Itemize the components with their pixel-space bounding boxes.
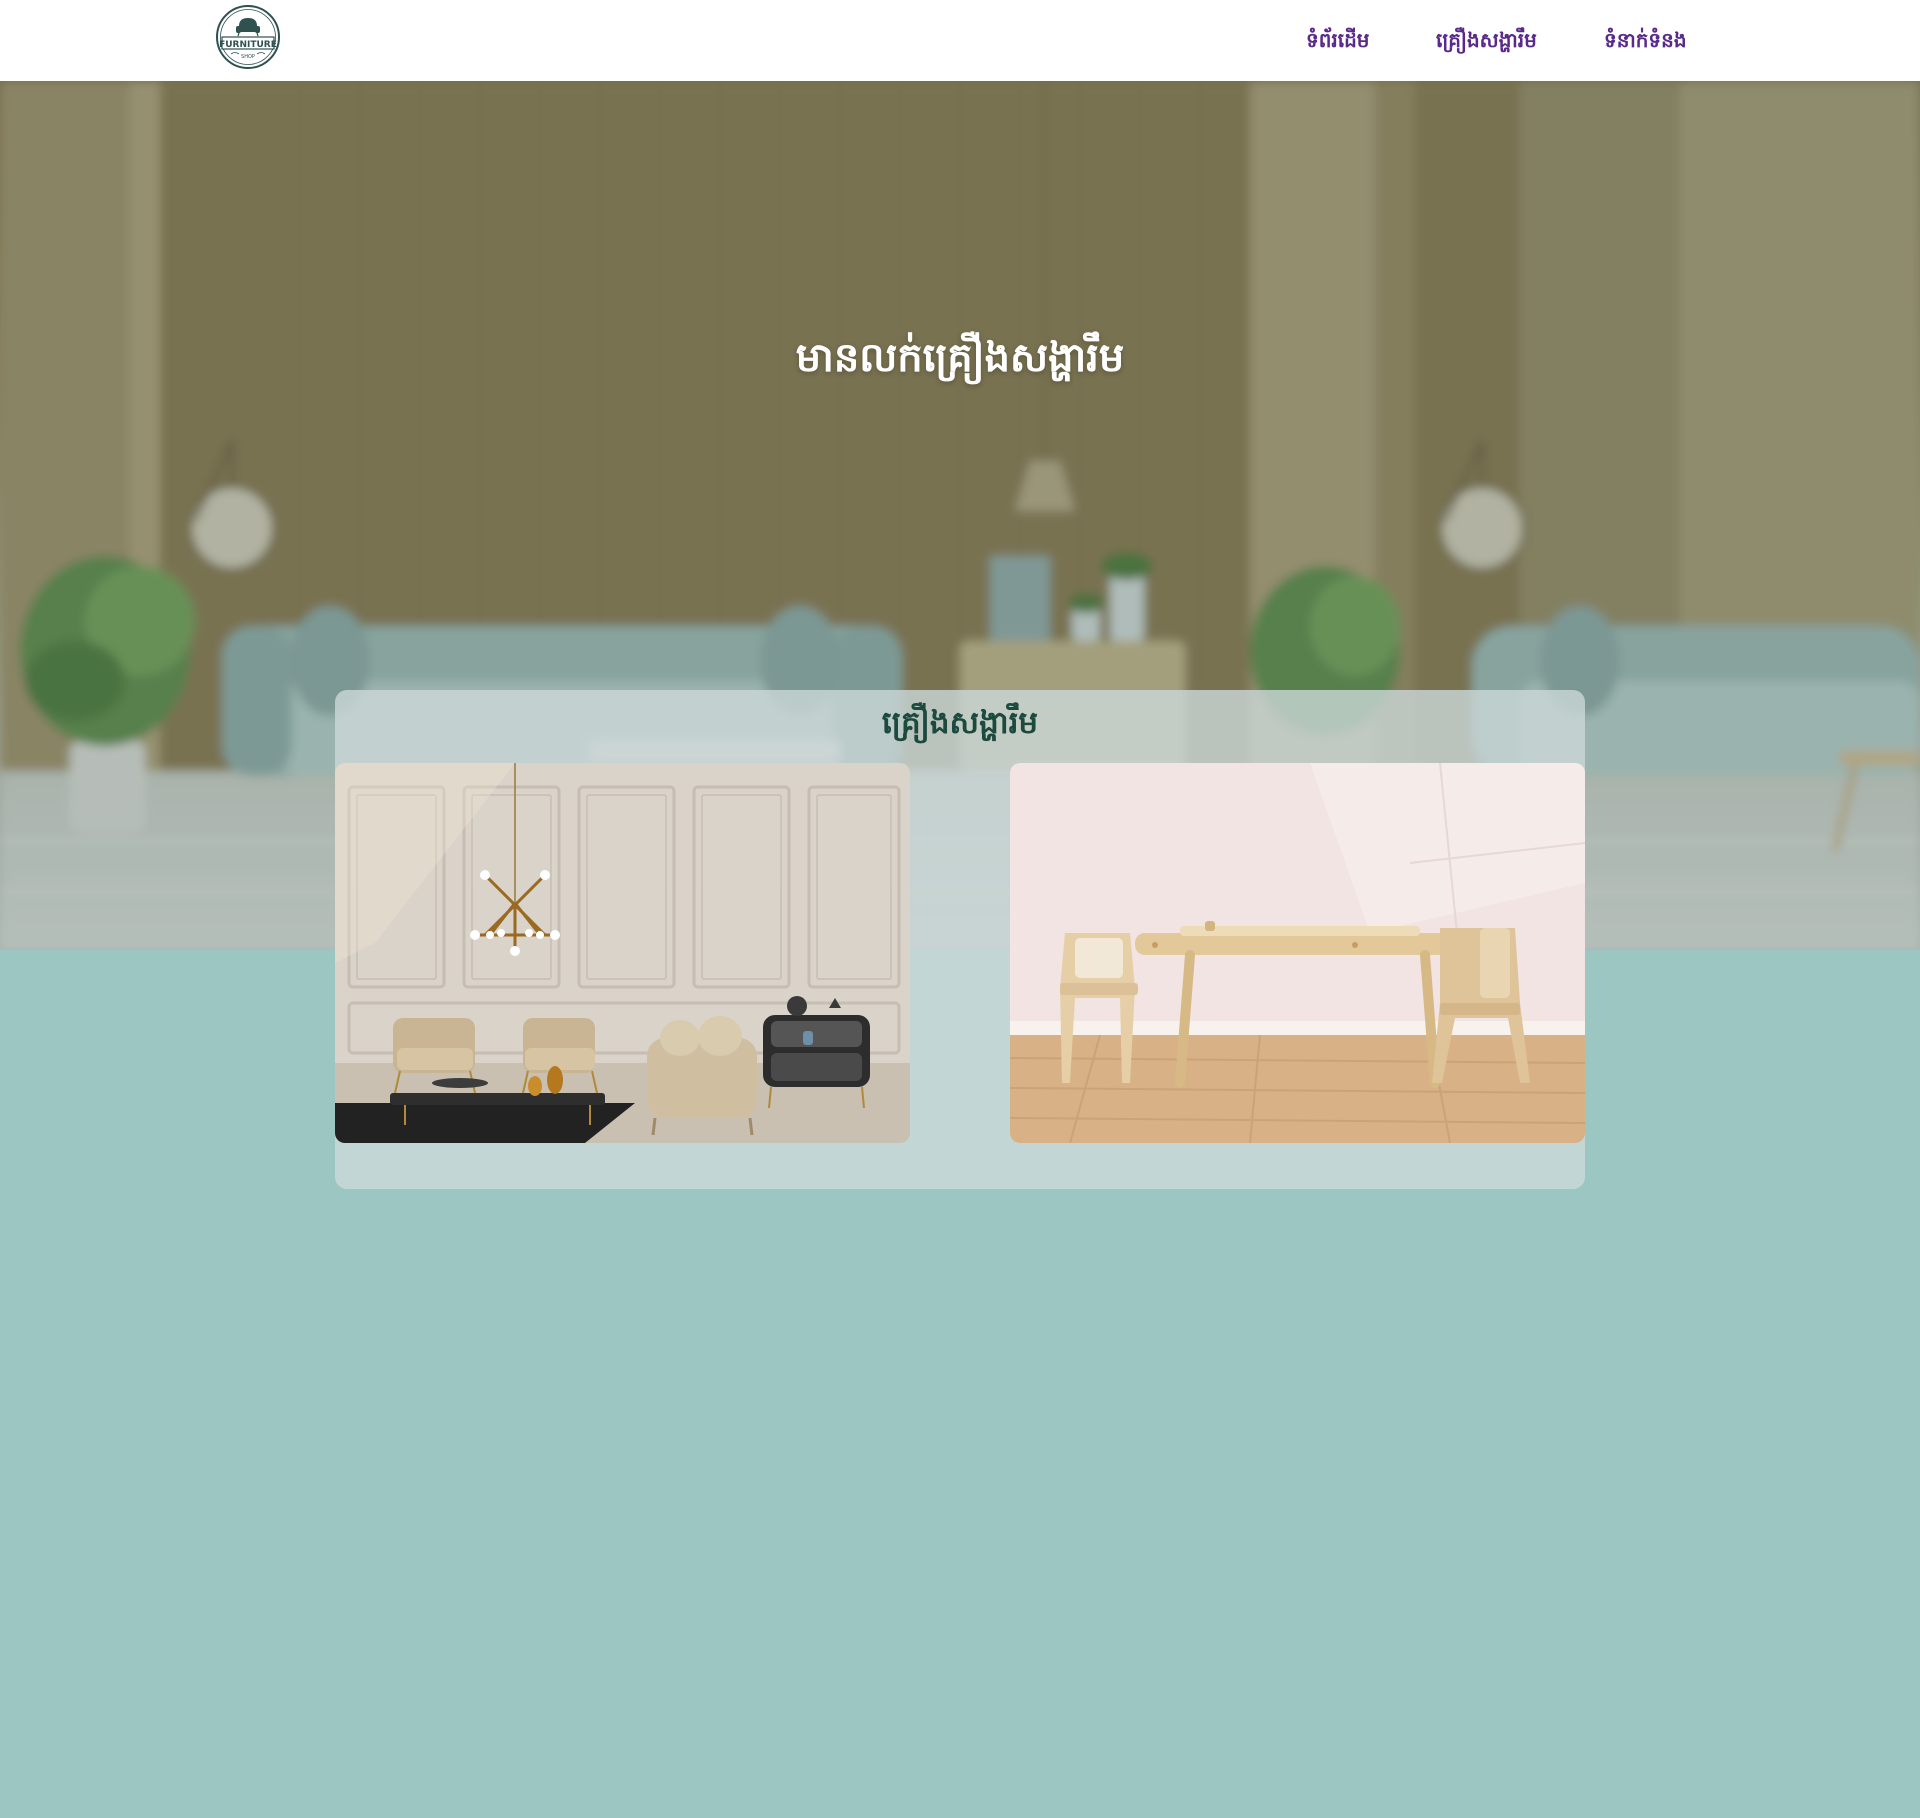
- site-header: FURNITURE SHOP ទំព័រដើម គ្រឿងសង្ហារឹម ទំ…: [0, 0, 1920, 81]
- nav-link-contact[interactable]: ទំនាក់ទំនង: [1604, 24, 1687, 56]
- kids-table-chairs-image: [1010, 763, 1585, 1143]
- nav-link-home[interactable]: ទំព័រដើម: [1306, 24, 1369, 56]
- main-nav: ទំព័រដើម គ្រឿងសង្ហារឹម ទំនាក់ទំនង: [0, 0, 1920, 81]
- product-card-kids-table[interactable]: [1010, 763, 1585, 1143]
- living-room-image: [335, 763, 910, 1143]
- nav-link-furniture[interactable]: គ្រឿងសង្ហារឹម: [1436, 24, 1537, 56]
- products-section-title: គ្រឿងសង្ហារឹម: [881, 705, 1039, 741]
- product-card-living-room[interactable]: [335, 763, 910, 1143]
- hero-title: មានលក់គ្រឿងសង្ហារឹម: [795, 335, 1125, 381]
- products-panel: គ្រឿងសង្ហារឹម: [335, 690, 1585, 1189]
